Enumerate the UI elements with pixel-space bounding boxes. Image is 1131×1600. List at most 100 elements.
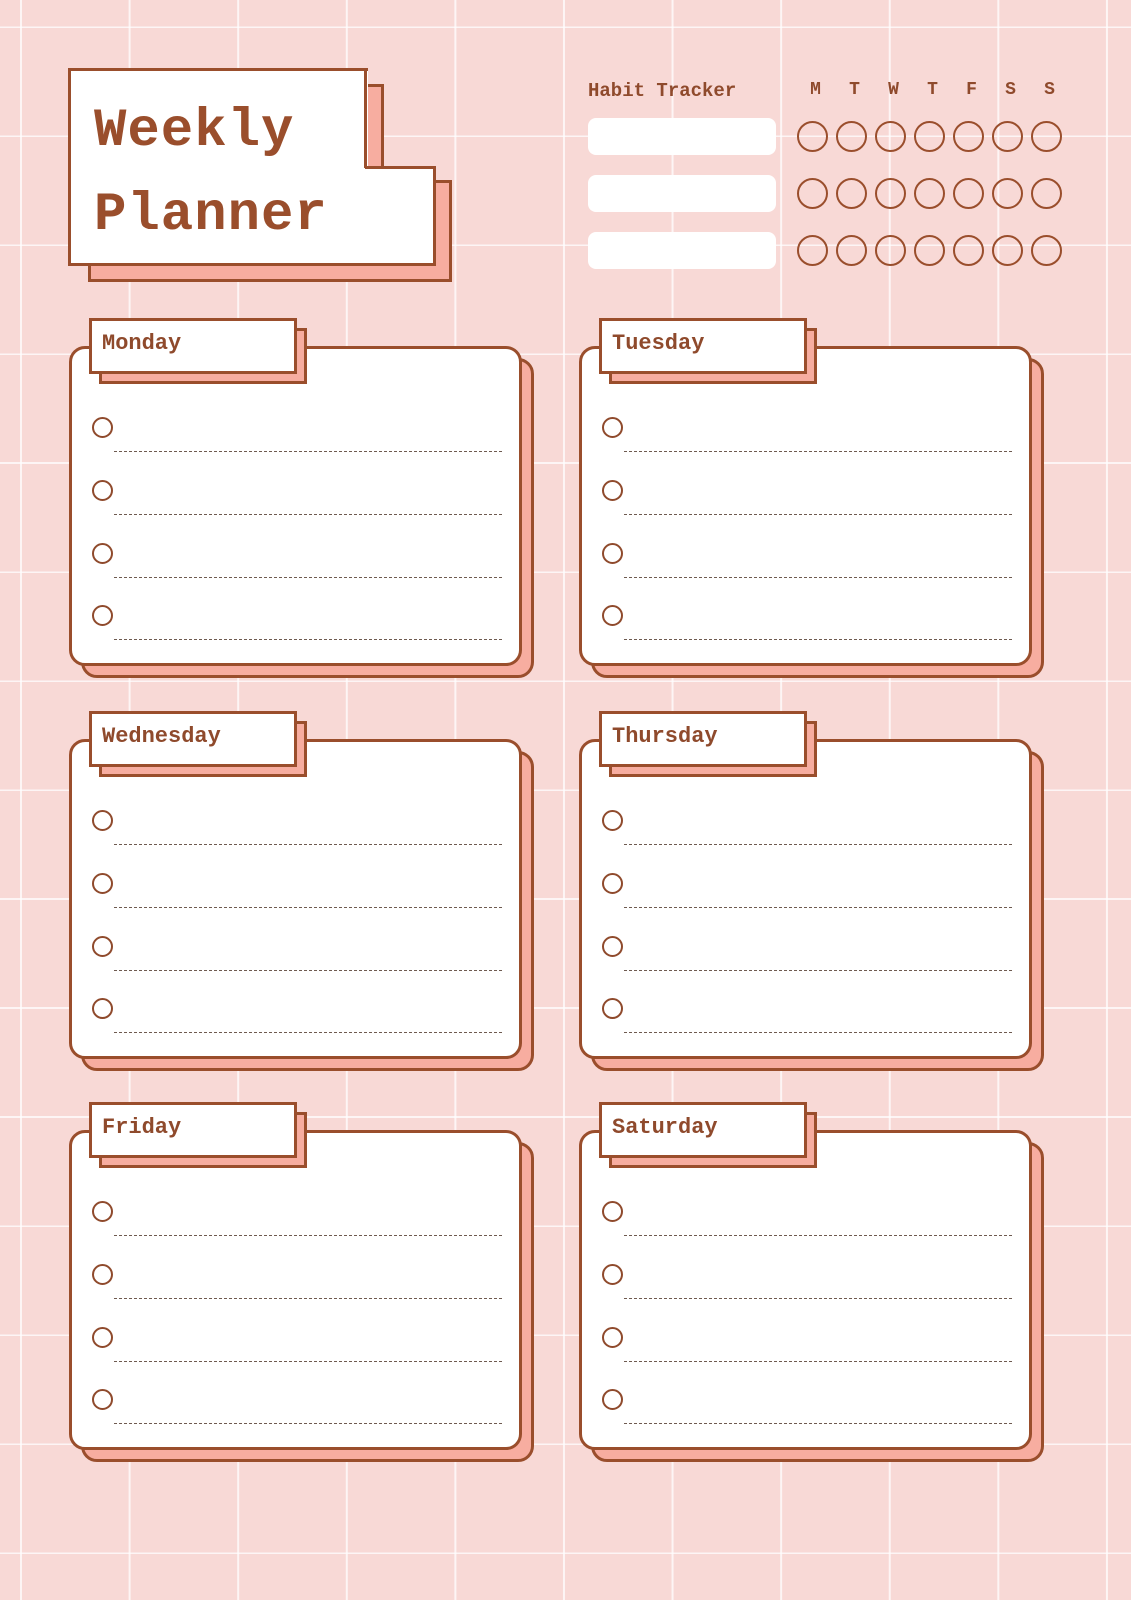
task-line[interactable]	[114, 1235, 502, 1236]
task-row	[602, 1264, 1012, 1326]
habit-check-circle[interactable]	[836, 235, 867, 266]
task-line[interactable]	[624, 1361, 1012, 1362]
habit-check-circle[interactable]	[953, 121, 984, 152]
task-line[interactable]	[624, 907, 1012, 908]
task-line[interactable]	[114, 1423, 502, 1424]
task-row	[92, 1389, 502, 1451]
habit-check-circle[interactable]	[875, 121, 906, 152]
task-checkbox[interactable]	[602, 543, 623, 564]
task-checkbox[interactable]	[92, 998, 113, 1019]
habit-check-circle[interactable]	[797, 121, 828, 152]
task-line[interactable]	[624, 1423, 1012, 1424]
page-title-line1: Weekly	[94, 101, 295, 162]
task-checkbox[interactable]	[602, 417, 623, 438]
task-checkbox[interactable]	[602, 936, 623, 957]
task-line[interactable]	[624, 451, 1012, 452]
task-line[interactable]	[114, 451, 502, 452]
task-line[interactable]	[624, 1298, 1012, 1299]
task-line[interactable]	[114, 514, 502, 515]
habit-check-circle[interactable]	[1031, 178, 1062, 209]
day-card-thursday: Thursday	[579, 711, 1045, 1071]
task-checkbox[interactable]	[602, 873, 623, 894]
day-card-friday: Friday	[69, 1102, 535, 1462]
habit-check-circle[interactable]	[953, 178, 984, 209]
habit-check-circle[interactable]	[1031, 121, 1062, 152]
task-checkbox[interactable]	[92, 417, 113, 438]
habit-check-circle[interactable]	[875, 178, 906, 209]
task-checkbox[interactable]	[92, 543, 113, 564]
task-checkbox[interactable]	[602, 998, 623, 1019]
task-row	[92, 1327, 502, 1389]
task-checkbox[interactable]	[602, 1327, 623, 1348]
task-line[interactable]	[114, 1298, 502, 1299]
habit-check-circle[interactable]	[914, 121, 945, 152]
task-checkbox[interactable]	[602, 480, 623, 501]
task-line[interactable]	[114, 907, 502, 908]
task-line[interactable]	[114, 1361, 502, 1362]
habit-check-circle[interactable]	[992, 235, 1023, 266]
task-line[interactable]	[114, 970, 502, 971]
task-line[interactable]	[114, 1032, 502, 1033]
habit-day-header: S	[1005, 80, 1016, 100]
habit-check-circle[interactable]	[797, 235, 828, 266]
task-line[interactable]	[624, 1235, 1012, 1236]
task-checkbox[interactable]	[92, 1201, 113, 1222]
task-row	[92, 1201, 502, 1263]
habit-check-circle[interactable]	[992, 178, 1023, 209]
habit-name-input[interactable]	[588, 118, 776, 155]
task-line[interactable]	[624, 1032, 1012, 1033]
habit-check-circle[interactable]	[836, 121, 867, 152]
task-checkbox[interactable]	[602, 605, 623, 626]
task-line[interactable]	[624, 970, 1012, 971]
task-line[interactable]	[114, 639, 502, 640]
task-line[interactable]	[624, 639, 1012, 640]
habit-check-circle[interactable]	[914, 178, 945, 209]
task-checkbox[interactable]	[92, 1264, 113, 1285]
habit-day-header: F	[966, 80, 977, 100]
habit-check-circle[interactable]	[992, 121, 1023, 152]
task-checkbox[interactable]	[92, 810, 113, 831]
task-line[interactable]	[624, 514, 1012, 515]
task-checkbox[interactable]	[602, 1264, 623, 1285]
task-checkbox[interactable]	[602, 1389, 623, 1410]
task-line[interactable]	[624, 577, 1012, 578]
day-label: Saturday	[612, 1115, 718, 1140]
task-checkbox[interactable]	[92, 480, 113, 501]
habit-day-headers: M T W T F S S	[796, 80, 1069, 100]
day-card-body	[69, 346, 522, 666]
task-row	[602, 480, 1012, 542]
task-row	[602, 1201, 1012, 1263]
habit-day-header: S	[1044, 80, 1055, 100]
task-line[interactable]	[624, 844, 1012, 845]
habit-check-circle[interactable]	[836, 178, 867, 209]
habit-name-input[interactable]	[588, 175, 776, 212]
task-checkbox[interactable]	[92, 1327, 113, 1348]
task-checkbox[interactable]	[602, 1201, 623, 1222]
task-line[interactable]	[114, 844, 502, 845]
day-card-tuesday: Tuesday	[579, 318, 1045, 678]
task-checkbox[interactable]	[92, 605, 113, 626]
task-line[interactable]	[114, 577, 502, 578]
day-label: Monday	[102, 331, 182, 356]
habit-check-circle[interactable]	[953, 235, 984, 266]
habit-name-input[interactable]	[588, 232, 776, 269]
habit-check-circle[interactable]	[797, 178, 828, 209]
task-checkbox[interactable]	[92, 873, 113, 894]
task-row	[92, 998, 502, 1060]
habit-check-circle[interactable]	[914, 235, 945, 266]
task-row	[602, 605, 1012, 667]
task-checkbox[interactable]	[92, 936, 113, 957]
page-title-line2: Planner	[94, 185, 328, 246]
day-card-saturday: Saturday	[579, 1102, 1045, 1462]
page-title: Weekly Planner	[94, 90, 328, 258]
day-label: Friday	[102, 1115, 182, 1140]
habit-check-circle[interactable]	[1031, 235, 1062, 266]
day-card-body	[579, 346, 1032, 666]
habit-check-circle[interactable]	[875, 235, 906, 266]
day-tab: Saturday	[599, 1102, 807, 1158]
task-checkbox[interactable]	[92, 1389, 113, 1410]
task-row	[602, 873, 1012, 935]
habit-checks	[797, 178, 1070, 209]
task-checkbox[interactable]	[602, 810, 623, 831]
day-label: Wednesday	[102, 724, 221, 749]
